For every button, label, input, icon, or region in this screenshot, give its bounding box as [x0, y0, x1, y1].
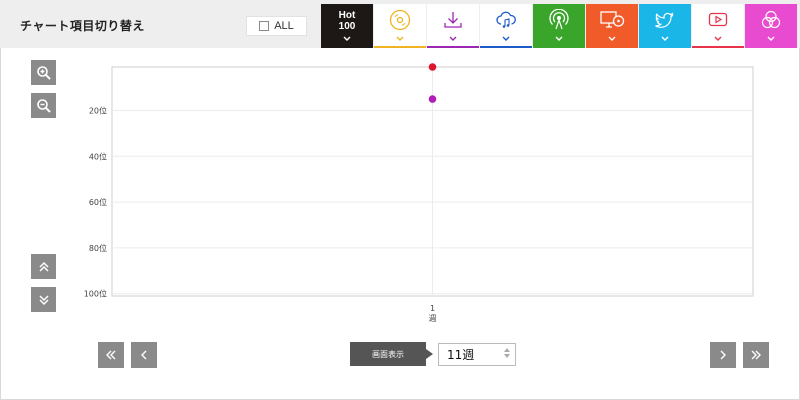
y-tick-label: 60位: [89, 197, 107, 207]
data-point[interactable]: [428, 95, 437, 103]
y-tick-label: 20位: [89, 106, 107, 116]
week-count-value: 11週: [447, 348, 475, 362]
x-tick-label: 1: [430, 304, 435, 313]
chevron-left-icon: [141, 350, 147, 360]
y-tick-label: 80位: [89, 243, 107, 253]
rank-chart: 20位 40位 60位 80位 100位 1週: [84, 63, 754, 323]
next-page-button[interactable]: [710, 342, 736, 368]
last-page-button[interactable]: [743, 342, 769, 368]
x-axis: 1週: [429, 304, 437, 323]
y-tick-label: 100位: [84, 289, 107, 299]
display-label: 画面表示: [350, 342, 433, 366]
first-page-button[interactable]: [98, 342, 124, 368]
y-axis: 20位 40位 60位 80位 100位: [84, 106, 107, 299]
y-tick-label: 40位: [89, 151, 107, 161]
week-count-select[interactable]: 11週: [438, 343, 516, 366]
data-point[interactable]: [428, 63, 437, 71]
double-chevron-right-icon: [751, 350, 761, 360]
chevron-right-icon: [720, 350, 726, 360]
x-tick-unit: 週: [429, 314, 437, 323]
prev-page-button[interactable]: [131, 342, 157, 368]
double-chevron-left-icon: [106, 350, 116, 360]
spinner-arrows-icon[interactable]: [504, 348, 510, 358]
